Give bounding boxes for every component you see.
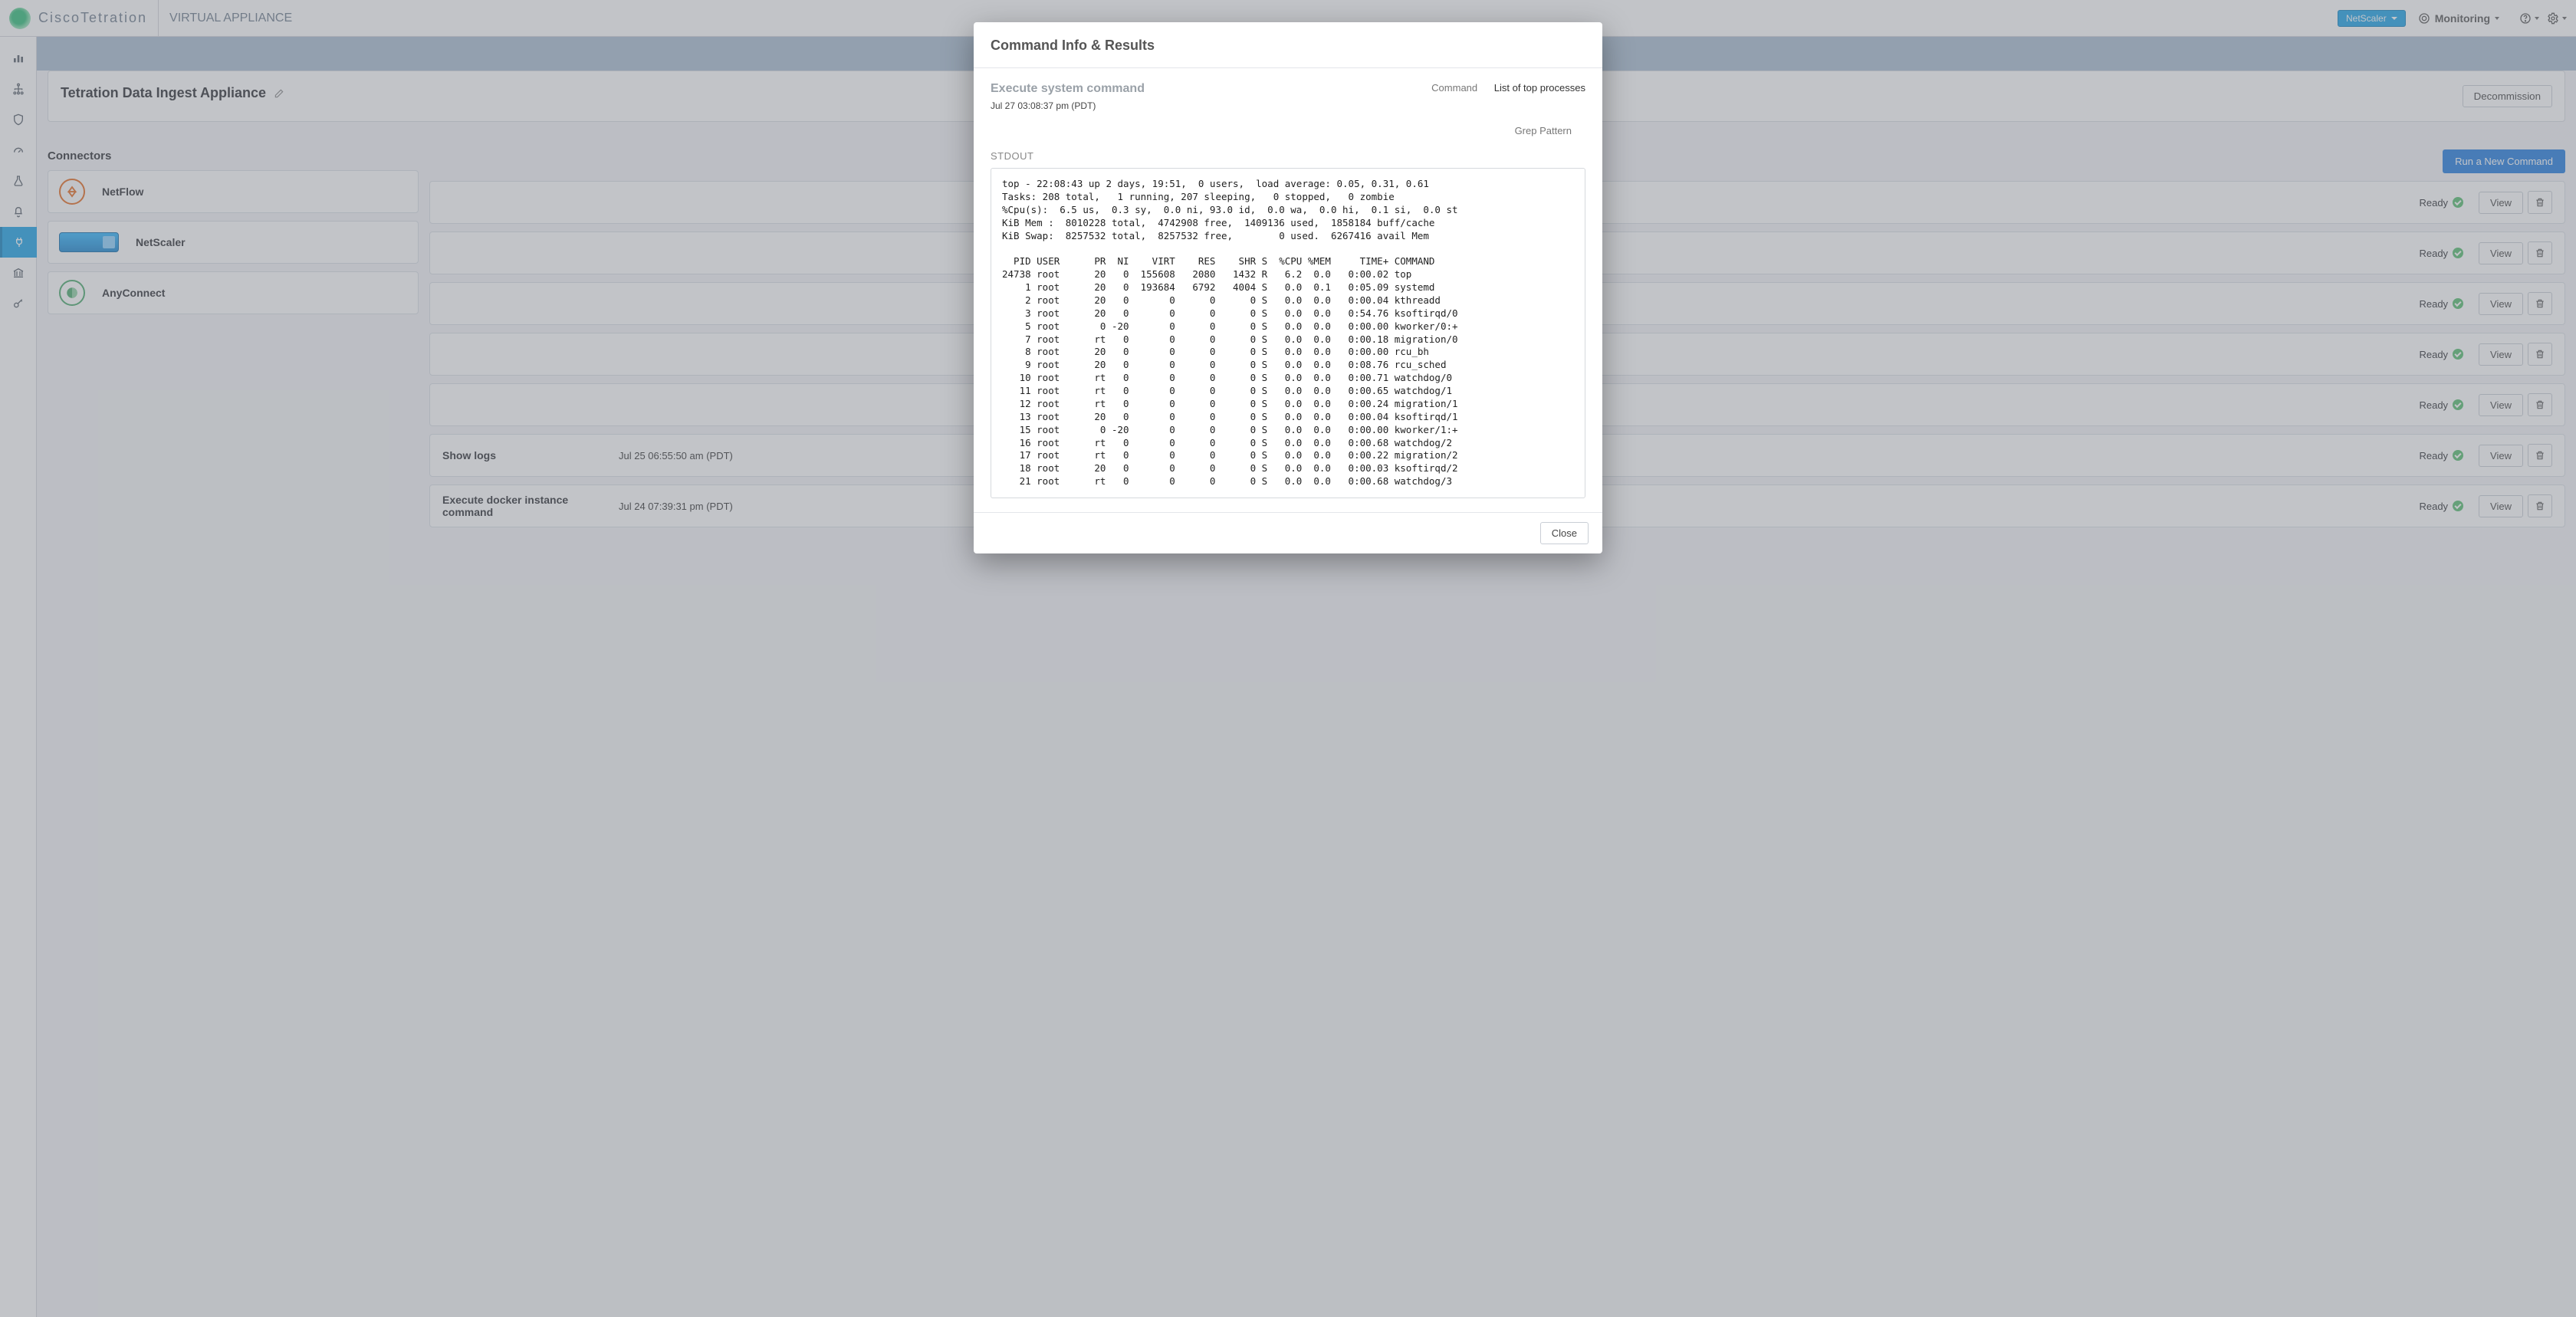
command-value: List of top processes bbox=[1494, 82, 1585, 94]
stdout-label: STDOUT bbox=[991, 150, 1585, 162]
stdout-box[interactable]: top - 22:08:43 up 2 days, 19:51, 0 users… bbox=[991, 168, 1585, 498]
grep-label: Grep Pattern bbox=[1515, 125, 1572, 136]
modal-title: Command Info & Results bbox=[991, 38, 1585, 54]
modal-subtitle: Execute system command bbox=[991, 82, 1145, 96]
close-button[interactable]: Close bbox=[1540, 522, 1589, 544]
modal-overlay[interactable]: Command Info & Results Execute system co… bbox=[0, 0, 2576, 1317]
grep-field: Grep Pattern bbox=[1515, 125, 1585, 136]
command-field: Command List of top processes bbox=[1431, 82, 1585, 111]
command-label: Command bbox=[1431, 82, 1477, 94]
modal-timestamp: Jul 27 03:08:37 pm (PDT) bbox=[991, 100, 1145, 111]
command-results-modal: Command Info & Results Execute system co… bbox=[974, 22, 1602, 553]
modal-header: Command Info & Results bbox=[974, 22, 1602, 68]
stdout-content: top - 22:08:43 up 2 days, 19:51, 0 users… bbox=[1002, 178, 1574, 488]
